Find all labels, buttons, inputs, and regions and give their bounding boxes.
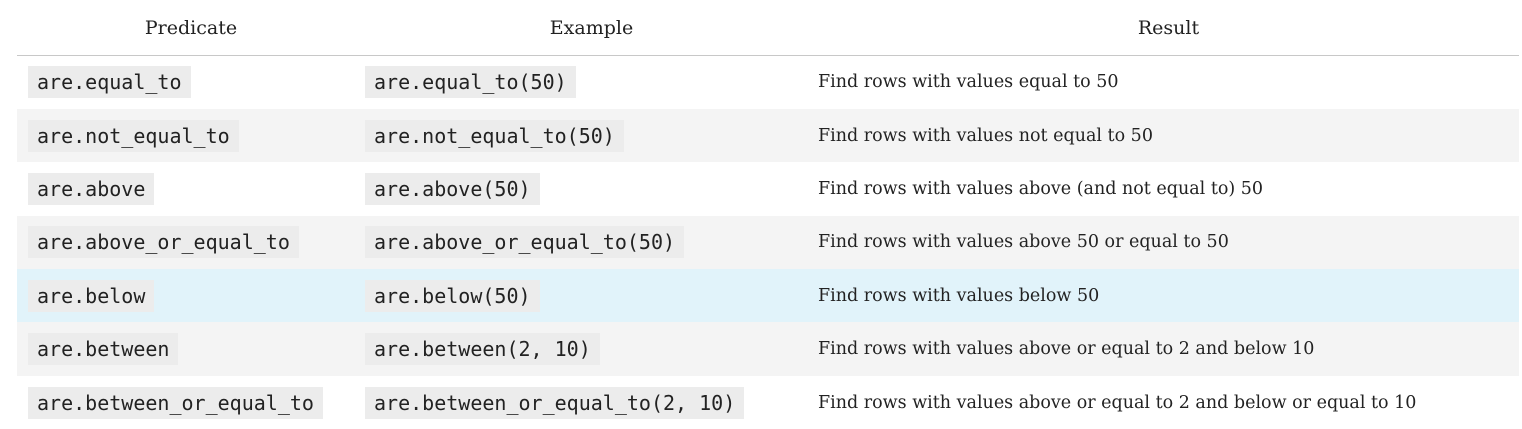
result-cell: Find rows with values above 50 or equal …	[818, 216, 1519, 269]
column-header-result: Result	[818, 0, 1519, 56]
table-row: are.above_or_equal_to are.above_or_equal…	[17, 215, 1519, 270]
result-text: Find rows with values above (and not equ…	[818, 178, 1264, 199]
predicate-code: are.above	[28, 172, 155, 205]
table-header-row: Predicate Example Result	[17, 0, 1519, 56]
example-code: are.between_or_equal_to(2, 10)	[365, 386, 745, 419]
result-text: Find rows with values below 50	[818, 285, 1100, 306]
table-row-highlighted[interactable]: are.below are.below(50) Find rows with v…	[17, 269, 1519, 323]
predicate-cell: are.between_or_equal_to	[17, 376, 365, 429]
predicate-cell: are.above_or_equal_to	[17, 216, 365, 269]
example-cell: are.between(2, 10)	[365, 322, 818, 375]
result-text: Find rows with values above 50 or equal …	[818, 232, 1229, 253]
example-code: are.above_or_equal_to(50)	[365, 226, 685, 259]
example-code: are.between(2, 10)	[365, 333, 600, 366]
example-cell: are.above(50)	[365, 162, 818, 215]
result-cell: Find rows with values equal to 50	[818, 56, 1519, 109]
example-cell: are.equal_to(50)	[365, 56, 818, 109]
example-cell: are.below(50)	[365, 269, 818, 322]
predicate-code: are.above_or_equal_to	[28, 226, 299, 259]
result-cell: Find rows with values below 50	[818, 269, 1519, 322]
example-code: are.equal_to(50)	[365, 66, 576, 99]
result-text: Find rows with values not equal to 50	[818, 125, 1153, 146]
table-row: are.not_equal_to are.not_equal_to(50) Fi…	[17, 108, 1519, 163]
predicate-cell: are.above	[17, 162, 365, 215]
example-cell: are.above_or_equal_to(50)	[365, 216, 818, 269]
example-code: are.not_equal_to(50)	[365, 119, 624, 152]
table-row: are.between_or_equal_to are.between_or_e…	[17, 375, 1519, 429]
predicate-code: are.below	[28, 279, 155, 312]
predicate-table: Predicate Example Result are.equal_to ar…	[17, 0, 1519, 429]
predicate-cell: are.below	[17, 269, 365, 322]
example-cell: are.between_or_equal_to(2, 10)	[365, 376, 818, 429]
table-row: are.equal_to are.equal_to(50) Find rows …	[17, 55, 1519, 109]
predicate-cell: are.equal_to	[17, 56, 365, 109]
predicate-table-container: Predicate Example Result are.equal_to ar…	[17, 0, 1519, 429]
column-header-example: Example	[365, 0, 818, 56]
predicate-cell: are.between	[17, 322, 365, 375]
result-cell: Find rows with values above or equal to …	[818, 322, 1519, 375]
result-cell: Find rows with values above or equal to …	[818, 376, 1519, 429]
table-row: are.above are.above(50) Find rows with v…	[17, 162, 1519, 216]
predicate-code: are.between_or_equal_to	[28, 386, 323, 419]
column-header-predicate: Predicate	[17, 0, 365, 56]
predicate-cell: are.not_equal_to	[17, 109, 365, 162]
result-text: Find rows with values above or equal to …	[818, 392, 1417, 413]
predicate-code: are.between	[28, 333, 179, 366]
example-code: are.above(50)	[365, 172, 540, 205]
result-cell: Find rows with values not equal to 50	[818, 109, 1519, 162]
example-cell: are.not_equal_to(50)	[365, 109, 818, 162]
result-text: Find rows with values equal to 50	[818, 72, 1119, 93]
result-cell: Find rows with values above (and not equ…	[818, 162, 1519, 215]
predicate-code: are.equal_to	[28, 66, 191, 99]
example-code: are.below(50)	[365, 279, 540, 312]
predicate-code: are.not_equal_to	[28, 119, 239, 152]
result-text: Find rows with values above or equal to …	[818, 339, 1315, 360]
table-row: are.between are.between(2, 10) Find rows…	[17, 322, 1519, 376]
